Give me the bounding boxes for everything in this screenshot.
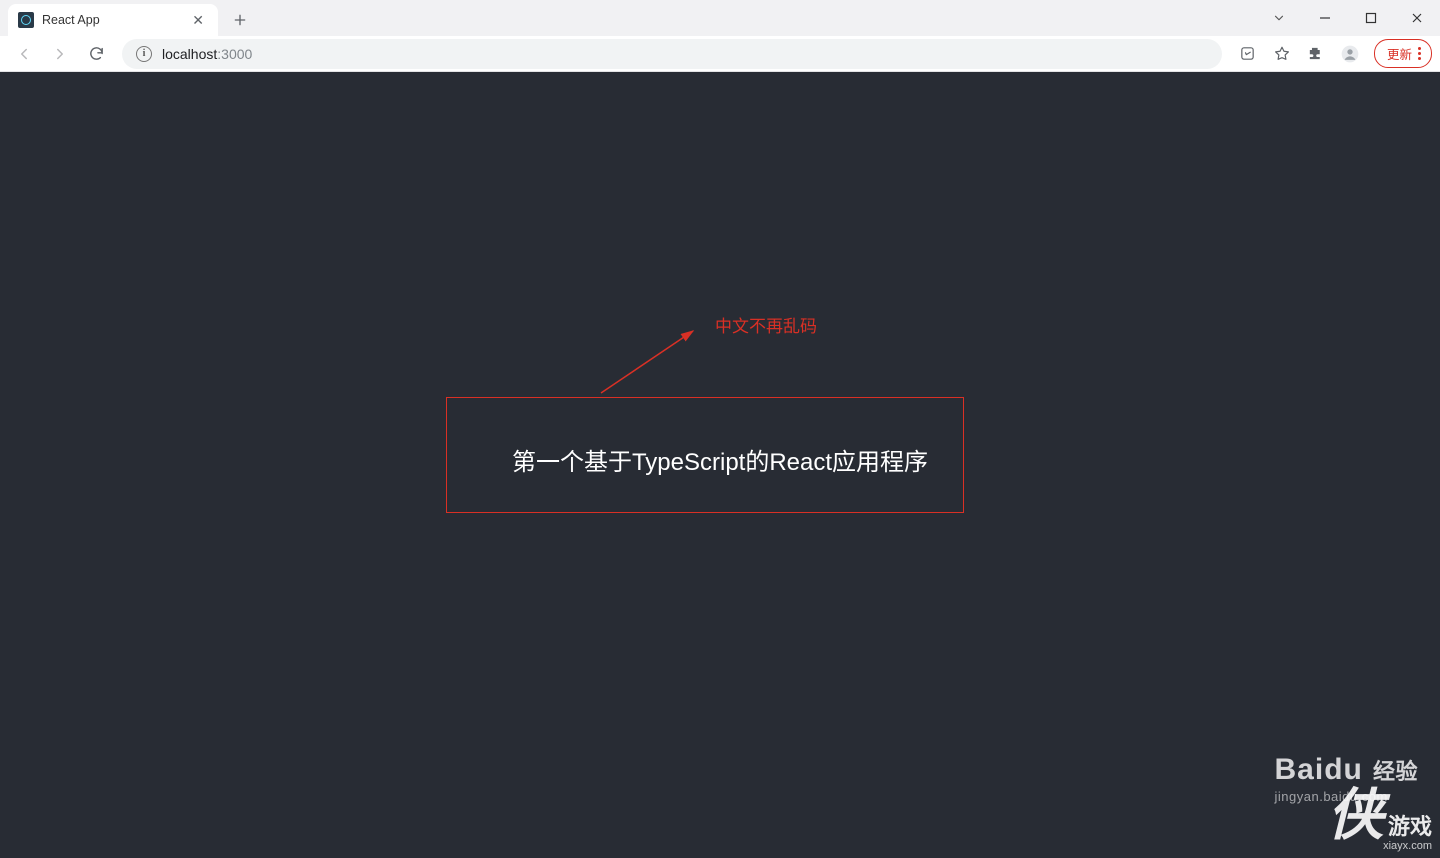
react-favicon [18, 12, 34, 28]
window-maximize-button[interactable] [1348, 0, 1394, 36]
watermark-baidu-brand: Baidu [1275, 753, 1363, 787]
url-host: localhost [162, 46, 217, 62]
watermark-xia-suffix: 游戏 [1388, 814, 1432, 839]
address-bar[interactable]: i localhost:3000 [122, 39, 1222, 69]
watermark-baidu-suffix: 经验 [1373, 759, 1418, 784]
page-viewport: 第一个基于TypeScript的React应用程序 中文不再乱码 Baidu 经… [0, 72, 1440, 858]
window-close-button[interactable] [1394, 0, 1440, 36]
update-label: 更新 [1387, 44, 1412, 63]
share-icon[interactable] [1232, 38, 1264, 70]
forward-button[interactable] [44, 38, 76, 70]
annotation-box [446, 397, 964, 513]
profile-icon[interactable] [1334, 38, 1366, 70]
annotation-label: 中文不再乱码 [715, 312, 817, 337]
url-text: localhost:3000 [162, 46, 252, 62]
site-info-icon[interactable]: i [136, 46, 152, 62]
watermark-xiayx: 侠 游戏 xiayx.com [1328, 788, 1432, 852]
menu-dots-icon [1418, 47, 1421, 60]
back-button[interactable] [8, 38, 40, 70]
toolbar-right: 更新 [1232, 38, 1432, 70]
extensions-icon[interactable] [1300, 38, 1332, 70]
tab-close-button[interactable]: ✕ [188, 13, 208, 27]
new-tab-button[interactable] [226, 6, 254, 34]
tab-title: React App [42, 13, 100, 27]
browser-tab[interactable]: React App ✕ [8, 4, 218, 36]
window-controls [1256, 0, 1440, 36]
browser-toolbar: i localhost:3000 更新 [0, 36, 1440, 72]
watermark-xia-brand: 侠 [1328, 785, 1384, 847]
update-button[interactable]: 更新 [1374, 39, 1432, 68]
tab-search-button[interactable] [1256, 0, 1302, 36]
bookmark-icon[interactable] [1266, 38, 1298, 70]
window-minimize-button[interactable] [1302, 0, 1348, 36]
reload-button[interactable] [80, 38, 112, 70]
browser-titlebar: React App ✕ [0, 0, 1440, 36]
url-port: :3000 [217, 46, 252, 62]
annotation-arrow-icon [593, 321, 703, 401]
